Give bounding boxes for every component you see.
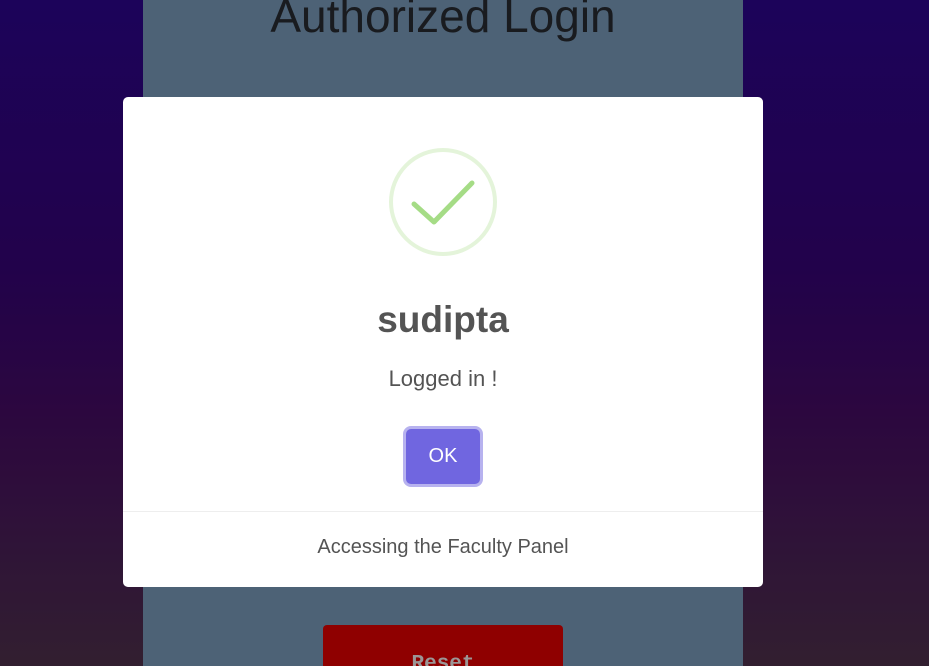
dialog-footer: Accessing the Faculty Panel <box>123 511 763 587</box>
dialog-title: sudipta <box>377 299 509 340</box>
ok-button[interactable]: OK <box>406 429 480 484</box>
dialog-message: Logged in ! <box>388 366 498 391</box>
dialog-footer-text: Accessing the Faculty Panel <box>317 536 569 558</box>
success-dialog: sudipta Logged in ! OK Accessing the Fac… <box>123 97 763 587</box>
success-check-icon <box>389 148 497 256</box>
